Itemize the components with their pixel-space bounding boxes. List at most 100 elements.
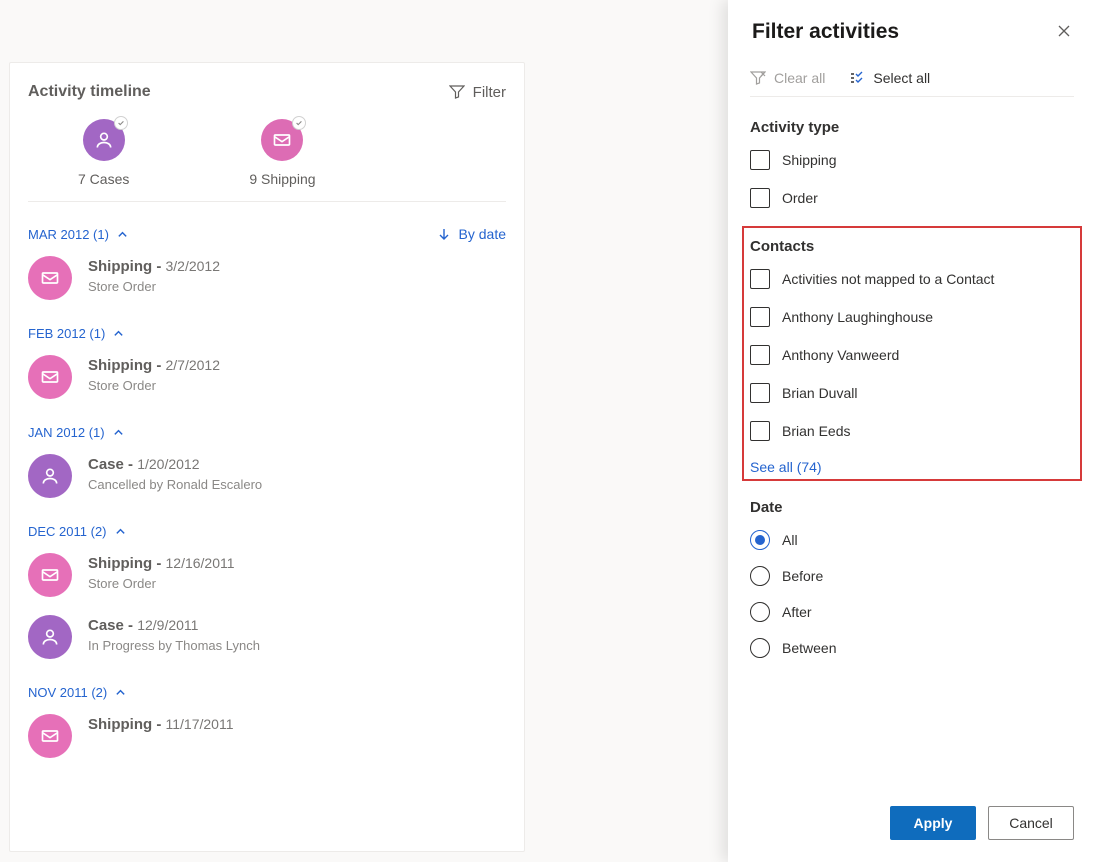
mail-icon — [261, 119, 303, 161]
month-toggle-mar-2012[interactable]: MAR 2012 (1) — [28, 227, 128, 242]
activity-item[interactable]: Shipping - 12/16/2011 Store Order — [28, 553, 506, 597]
summary-row: 7 Cases 9 Shipping — [28, 119, 506, 187]
summary-shipping[interactable]: 9 Shipping — [249, 119, 315, 187]
select-all-button[interactable]: Select all — [849, 70, 930, 86]
activity-date: 12/16/2011 — [166, 555, 235, 571]
sort-by-date[interactable]: By date — [437, 226, 506, 242]
checkbox-icon — [750, 150, 770, 170]
panel-actions: Clear all Select all — [750, 70, 1074, 97]
activity-title: Shipping — [88, 555, 152, 572]
cancel-button[interactable]: Cancel — [988, 806, 1074, 840]
activity-title: Shipping — [88, 258, 152, 275]
panel-title: Filter activities — [752, 20, 899, 44]
activity-text: Case - 12/9/2011 In Progress by Thomas L… — [88, 615, 260, 653]
sort-by-label: By date — [459, 226, 506, 242]
checkbox-icon — [750, 421, 770, 441]
checkbox-contact[interactable]: Brian Eeds — [750, 421, 1074, 441]
arrow-down-icon — [437, 227, 451, 241]
checkbox-icon — [750, 269, 770, 289]
activity-title: Shipping — [88, 716, 152, 733]
radio-date-all[interactable]: All — [750, 530, 1074, 550]
checkbox-shipping[interactable]: Shipping — [750, 150, 1074, 170]
select-all-label: Select all — [873, 70, 930, 86]
activity-text: Shipping - 11/17/2011 — [88, 714, 234, 733]
checkbox-order[interactable]: Order — [750, 188, 1074, 208]
activity-item[interactable]: Case - 1/20/2012 Cancelled by Ronald Esc… — [28, 454, 506, 498]
radio-label: Before — [782, 568, 823, 584]
divider — [28, 201, 506, 202]
checkbox-contact[interactable]: Anthony Vanweerd — [750, 345, 1074, 365]
month-toggle-dec-2011[interactable]: DEC 2011 (2) — [28, 524, 126, 539]
radio-date-before[interactable]: Before — [750, 566, 1074, 586]
check-badge-icon — [292, 116, 306, 130]
month-toggle-jan-2012[interactable]: JAN 2012 (1) — [28, 425, 124, 440]
chevron-up-icon — [115, 526, 126, 537]
checkbox-contact-unmapped[interactable]: Activities not mapped to a Contact — [750, 269, 1074, 289]
funnel-icon — [449, 84, 465, 100]
month-label: JAN 2012 (1) — [28, 425, 105, 440]
activity-text: Case - 1/20/2012 Cancelled by Ronald Esc… — [88, 454, 262, 492]
panel-footer: Apply Cancel — [728, 790, 1096, 862]
apply-button[interactable]: Apply — [890, 806, 976, 840]
mail-icon — [28, 256, 72, 300]
activity-item[interactable]: Case - 12/9/2011 In Progress by Thomas L… — [28, 615, 506, 659]
radio-date-after[interactable]: After — [750, 602, 1074, 622]
activity-sub: Store Order — [88, 576, 235, 591]
chevron-up-icon — [113, 328, 124, 339]
month-toggle-feb-2012[interactable]: FEB 2012 (1) — [28, 326, 124, 341]
person-icon — [83, 119, 125, 161]
checkbox-label: Order — [782, 190, 818, 206]
checkbox-label: Anthony Laughinghouse — [782, 309, 933, 325]
activity-text: Shipping - 3/2/2012 Store Order — [88, 256, 220, 294]
activity-title: Case — [88, 617, 124, 634]
checkbox-icon — [750, 188, 770, 208]
mail-icon — [28, 355, 72, 399]
activity-date: 2/7/2012 — [166, 357, 221, 373]
month-toggle-nov-2011[interactable]: NOV 2011 (2) — [28, 685, 126, 700]
activity-date: 3/2/2012 — [166, 258, 221, 274]
contacts-highlight: Contacts Activities not mapped to a Cont… — [742, 226, 1082, 481]
see-all-contacts[interactable]: See all (74) — [750, 459, 1074, 475]
filter-panel: Filter activities Clear all Select all A… — [728, 0, 1096, 862]
radio-icon — [750, 530, 770, 550]
clear-all-label: Clear all — [774, 70, 825, 86]
checkbox-icon — [750, 307, 770, 327]
summary-cases[interactable]: 7 Cases — [78, 119, 129, 187]
activity-text: Shipping - 2/7/2012 Store Order — [88, 355, 220, 393]
close-button[interactable] — [1056, 23, 1072, 42]
summary-cases-label: 7 Cases — [78, 171, 129, 187]
sort-row: MAR 2012 (1) By date — [28, 226, 506, 242]
radio-date-between[interactable]: Between — [750, 638, 1074, 658]
radio-label: Between — [782, 640, 836, 656]
checkbox-label: Shipping — [782, 152, 837, 168]
checkbox-contact[interactable]: Brian Duvall — [750, 383, 1074, 403]
checkbox-icon — [750, 383, 770, 403]
radio-icon — [750, 566, 770, 586]
activity-date: 12/9/2011 — [137, 617, 198, 633]
activity-sub: Store Order — [88, 378, 220, 393]
panel-body: Clear all Select all Activity type Shipp… — [728, 44, 1096, 790]
activity-item[interactable]: Shipping - 3/2/2012 Store Order — [28, 256, 506, 300]
activity-date: 1/20/2012 — [137, 456, 199, 472]
activity-sub: Cancelled by Ronald Escalero — [88, 477, 262, 492]
panel-header: Filter activities — [728, 0, 1096, 44]
activity-text: Shipping - 12/16/2011 Store Order — [88, 553, 235, 591]
activity-type-title: Activity type — [750, 119, 1074, 136]
timeline-header: Activity timeline Filter — [28, 83, 506, 101]
radio-icon — [750, 602, 770, 622]
clear-all-button[interactable]: Clear all — [750, 70, 825, 86]
funnel-clear-icon — [750, 70, 766, 86]
chevron-up-icon — [117, 229, 128, 240]
timeline-title: Activity timeline — [28, 83, 151, 101]
close-icon — [1056, 23, 1072, 39]
checkbox-contact[interactable]: Anthony Laughinghouse — [750, 307, 1074, 327]
chevron-up-icon — [113, 427, 124, 438]
activity-title: Shipping — [88, 357, 152, 374]
mail-icon — [28, 714, 72, 758]
radio-label: All — [782, 532, 798, 548]
activity-item[interactable]: Shipping - 2/7/2012 Store Order — [28, 355, 506, 399]
radio-label: After — [782, 604, 812, 620]
activity-item[interactable]: Shipping - 11/17/2011 — [28, 714, 506, 758]
filter-button[interactable]: Filter — [449, 84, 506, 101]
activity-title: Case — [88, 456, 124, 473]
